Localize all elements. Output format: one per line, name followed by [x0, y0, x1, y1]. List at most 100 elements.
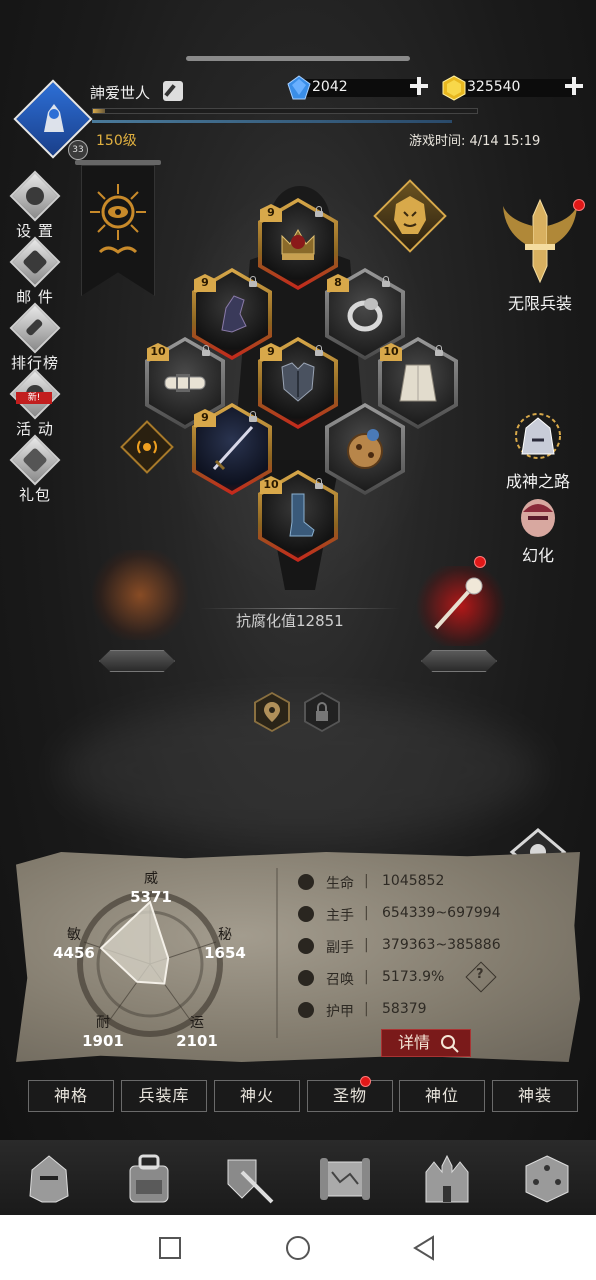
equip-slot-boots[interactable]: 10	[258, 470, 338, 562]
gold-currency: 325540	[441, 75, 591, 101]
radar-label-text: 敏	[67, 927, 81, 943]
radar-value: 4456	[53, 944, 95, 962]
radar-label-text: 运	[190, 1015, 204, 1031]
cloth-skirt-icon	[399, 364, 437, 402]
castle-icon[interactable]	[420, 1152, 474, 1206]
lock-icon	[248, 276, 258, 287]
item-level: 8	[327, 274, 349, 292]
notification-dot	[360, 1076, 371, 1087]
item-level: 10	[260, 476, 282, 494]
gift-icon	[9, 434, 61, 486]
radar-stat-min: 敏 4456	[48, 924, 100, 962]
left-pedestal[interactable]	[99, 650, 175, 672]
menu-settings[interactable]: 设 置	[8, 170, 62, 241]
xp-fill	[93, 109, 105, 113]
item-level: 9	[260, 343, 282, 361]
right-pedestal[interactable]	[421, 650, 497, 672]
radar-value: 5371	[130, 888, 172, 906]
secondary-bar	[92, 120, 452, 123]
help-mark: ?	[476, 967, 484, 982]
stat-separator: |	[364, 969, 369, 985]
lock-icon	[381, 276, 391, 287]
lock-icon	[201, 345, 211, 356]
stat-value: 1045852	[382, 873, 445, 889]
radar-label-text: 秘	[218, 927, 232, 943]
lock-icon	[434, 345, 444, 356]
radar-stat-yun: 运 2101	[172, 1012, 222, 1050]
details-label: 详情	[398, 1033, 431, 1052]
gem-currency: 2042	[286, 75, 436, 100]
tab-divinity[interactable]: 神格	[28, 1080, 114, 1112]
stat-separator: |	[364, 937, 369, 953]
boot-icon	[289, 493, 315, 537]
panel-divider	[276, 868, 278, 1038]
infinite-weapons-button[interactable]: 无限兵装	[490, 196, 590, 314]
broadcast-icon	[137, 440, 157, 454]
drag-handle[interactable]	[186, 56, 410, 61]
sword-icon	[298, 906, 314, 922]
scroll-map-icon[interactable]	[318, 1152, 372, 1206]
home-icon[interactable]	[285, 1235, 311, 1261]
avatar-crest-icon	[44, 104, 64, 132]
location-pin-icon	[264, 702, 280, 722]
tab-relics[interactable]: 圣物	[307, 1080, 393, 1112]
eye-sun-emblem-icon	[90, 184, 146, 254]
ring-icon	[347, 298, 383, 332]
menu-mail[interactable]: 邮 件	[8, 236, 62, 307]
path-to-godhood-button[interactable]: 成神之路	[488, 410, 588, 492]
menu-ranking[interactable]: 排行榜	[8, 302, 62, 373]
tab-armory[interactable]: 兵装库	[121, 1080, 207, 1112]
dice-cube-icon[interactable]	[520, 1152, 574, 1206]
tab-divine-rank[interactable]: 神位	[399, 1080, 485, 1112]
stat-value: 58379	[382, 1001, 427, 1017]
heart-icon	[298, 874, 314, 890]
stat-value: 5173.9%	[382, 969, 445, 985]
transform-label: 幻化	[521, 546, 554, 565]
masked-face-icon	[521, 499, 555, 537]
signal-button[interactable]	[120, 420, 174, 474]
magnifier-icon	[441, 1035, 459, 1053]
transform-button[interactable]: 幻化	[500, 496, 576, 566]
add-gold-button[interactable]	[563, 75, 585, 97]
ranking-icon	[9, 302, 61, 354]
lock-icon	[314, 206, 324, 217]
menu-gift[interactable]: 礼包	[8, 434, 62, 505]
back-icon[interactable]	[411, 1235, 437, 1261]
details-button[interactable]: 详情	[381, 1029, 471, 1057]
notification-dot	[573, 199, 585, 211]
radar-label-text: 威	[144, 871, 158, 887]
radar-value: 1654	[204, 944, 246, 962]
corruption-resistance: 抗腐化值12851	[236, 612, 344, 630]
player-badge-level: 33	[68, 140, 88, 160]
helmet-icon[interactable]	[22, 1152, 76, 1206]
scepter-icon	[434, 577, 483, 630]
bottom-nav	[0, 1140, 596, 1215]
stat-label: 副手	[326, 940, 354, 956]
add-gems-button[interactable]	[408, 75, 430, 97]
stat-separator: |	[364, 1001, 369, 1017]
guild-banner[interactable]	[75, 160, 161, 296]
item-level: 10	[380, 343, 402, 361]
menu-events[interactable]: 新! 活 动	[8, 368, 62, 439]
stat-label: 生命	[326, 876, 354, 892]
tab-divine-gear[interactable]: 神装	[492, 1080, 578, 1112]
flame-particles	[92, 550, 188, 640]
lock-icon	[314, 478, 324, 489]
edit-name-icon[interactable]	[163, 81, 183, 101]
divine-helm-icon	[515, 413, 561, 459]
shield-sword-icon[interactable]	[222, 1152, 276, 1206]
radar-label-text: 耐	[96, 1015, 110, 1031]
radar-stat-wei: 威 5371	[128, 868, 174, 906]
armor-icon	[298, 1002, 314, 1018]
backpack-icon[interactable]	[122, 1152, 176, 1206]
tab-divine-fire[interactable]: 神火	[214, 1080, 300, 1112]
stat-value: 379363~385886	[382, 937, 501, 953]
recent-apps-icon[interactable]	[157, 1235, 183, 1261]
stat-value: 654339~697994	[382, 905, 501, 921]
stat-separator: |	[364, 905, 369, 921]
item-level: 9	[194, 274, 216, 292]
lion-emblem-button[interactable]	[373, 179, 447, 253]
infinite-weapons-label: 无限兵装	[507, 294, 572, 313]
system-nav-bar	[0, 1215, 596, 1280]
stat-label: 护甲	[326, 1004, 354, 1020]
